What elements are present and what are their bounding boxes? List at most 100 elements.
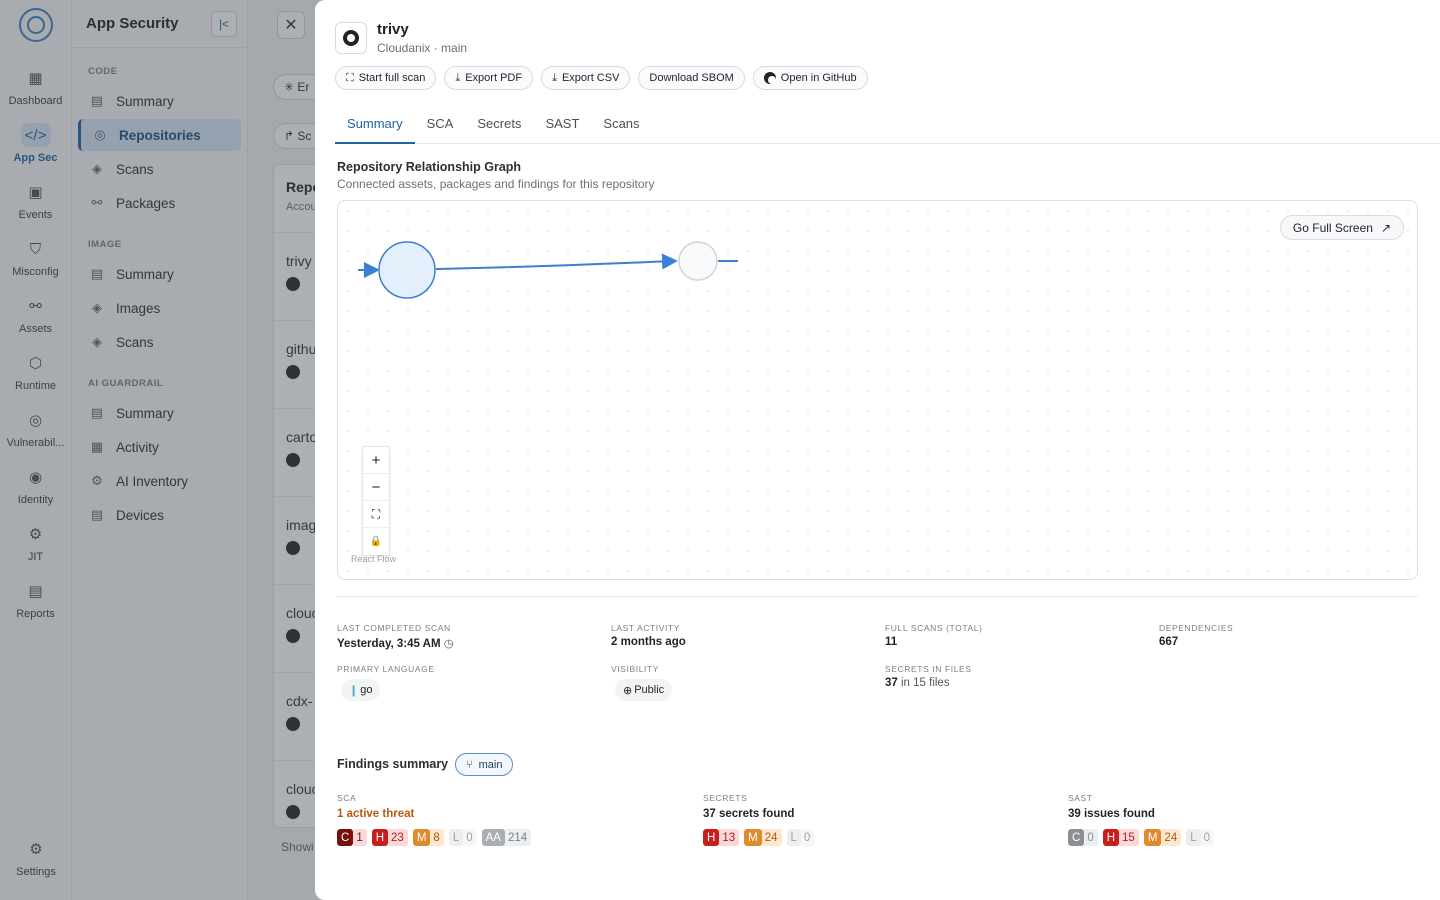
severity-key: M bbox=[1143, 829, 1162, 846]
severity-badge[interactable]: H 13 bbox=[703, 829, 740, 846]
severity-count: 23 bbox=[388, 829, 408, 846]
download-icon: ⤓ bbox=[552, 71, 557, 84]
severity-badge[interactable]: AA 214 bbox=[481, 829, 532, 846]
meta-label: DEPENDENCIES bbox=[1159, 623, 1234, 633]
severity-key: AA bbox=[481, 829, 505, 846]
visibility-value: Public bbox=[634, 684, 665, 696]
repo-name: trivy bbox=[377, 21, 409, 38]
severity-badge[interactable]: H 15 bbox=[1102, 829, 1139, 846]
sca-summary[interactable]: 1 active threat bbox=[337, 808, 414, 820]
severity-key: H bbox=[1102, 829, 1120, 846]
severity-count: 13 bbox=[719, 829, 740, 846]
severity-badge[interactable]: M8 bbox=[412, 829, 444, 846]
download-icon: ⤓ bbox=[455, 71, 461, 84]
severity-count: 0 bbox=[800, 829, 815, 846]
repo-header: trivy Cloudanix · main bbox=[335, 21, 468, 55]
severity-badge[interactable]: C1 bbox=[337, 829, 367, 846]
start-full-scan-button[interactable]: ⛶ Start full scan bbox=[335, 66, 437, 90]
zoom-controls: + − ⛶ 🔒 bbox=[362, 446, 390, 556]
go-full-screen-button[interactable]: Go Full Screen ↗ bbox=[1279, 215, 1404, 240]
open-in-github-button[interactable]: Open in GitHub bbox=[752, 66, 868, 90]
graph-node-repo[interactable] bbox=[378, 241, 436, 299]
github-icon bbox=[763, 72, 776, 84]
secrets-severity-counts: H 13 M 24 L 0 bbox=[703, 829, 815, 846]
severity-count: 8 bbox=[430, 829, 444, 846]
divider bbox=[337, 596, 1418, 597]
secrets-summary[interactable]: 37 secrets found bbox=[703, 808, 794, 820]
meta-label: PRIMARY LANGUAGE bbox=[337, 664, 435, 674]
tab-scans[interactable]: Scans bbox=[591, 110, 651, 144]
full-scans-total: 11 bbox=[885, 636, 898, 648]
branch-selector[interactable]: ⑂ main bbox=[455, 753, 514, 776]
fit-view-button[interactable]: ⛶ bbox=[363, 501, 389, 528]
graph-canvas[interactable] bbox=[338, 201, 1419, 581]
tab-sast[interactable]: SAST bbox=[533, 110, 591, 144]
export-pdf-button[interactable]: ⤓ Export PDF bbox=[444, 66, 534, 90]
button-label: Start full scan bbox=[358, 72, 426, 84]
meta-label: LAST ACTIVITY bbox=[611, 623, 681, 633]
clock-icon: ◷ bbox=[443, 638, 454, 650]
language-badge: ❙ go bbox=[341, 679, 381, 701]
last-completed-scan: Yesterday, 3:45 AM ◷ bbox=[337, 636, 454, 650]
react-flow-attribution[interactable]: React Flow bbox=[351, 554, 396, 564]
severity-badge[interactable]: M 24 bbox=[744, 829, 782, 846]
scan-icon: ⛶ bbox=[346, 71, 354, 84]
arrow-up-right-icon: ↗ bbox=[1380, 220, 1391, 235]
severity-count: 1 bbox=[353, 829, 367, 846]
meta-label: VISIBILITY bbox=[611, 664, 660, 674]
meta-label: SECRETS IN FILES bbox=[885, 664, 972, 674]
graph-subtitle: Connected assets, packages and findings … bbox=[337, 177, 655, 191]
button-label: Download SBOM bbox=[649, 72, 734, 84]
graph-edge bbox=[435, 253, 678, 270]
severity-key: H bbox=[703, 829, 720, 846]
go-full-screen-label: Go Full Screen bbox=[1292, 220, 1373, 235]
severity-key: M bbox=[744, 829, 762, 846]
severity-key: C bbox=[1068, 829, 1085, 846]
severity-badge[interactable]: C0 bbox=[1068, 829, 1098, 846]
tab-summary[interactable]: Summary bbox=[335, 110, 415, 144]
graph-node[interactable] bbox=[678, 241, 718, 281]
severity-count: 0 bbox=[1084, 829, 1098, 846]
graph-title: Repository Relationship Graph bbox=[337, 160, 522, 174]
branch-label: main bbox=[478, 758, 503, 771]
severity-key: L bbox=[786, 829, 801, 846]
repo-subtitle: Cloudanix · main bbox=[377, 41, 468, 55]
lock-icon[interactable]: 🔒 bbox=[363, 528, 389, 555]
sca-label: SCA bbox=[337, 793, 357, 803]
severity-key: L bbox=[1186, 829, 1201, 846]
globe-icon: ⊕ bbox=[623, 684, 633, 697]
severity-count: 214 bbox=[504, 829, 532, 846]
zoom-in-button[interactable]: + bbox=[363, 447, 389, 474]
severity-count: 0 bbox=[1200, 829, 1215, 846]
download-sbom-button[interactable]: Download SBOM bbox=[638, 66, 745, 90]
zoom-out-button[interactable]: − bbox=[363, 474, 389, 501]
secrets-label: SECRETS bbox=[703, 793, 748, 803]
tab-secrets[interactable]: Secrets bbox=[465, 110, 533, 144]
meta-label: FULL SCANS (TOTAL) bbox=[885, 623, 983, 633]
export-csv-button[interactable]: ⤓ Export CSV bbox=[541, 66, 631, 90]
visibility-badge: ⊕ Public bbox=[615, 679, 673, 701]
severity-key: L bbox=[448, 829, 464, 846]
go-gopher-icon: ❙ bbox=[349, 684, 359, 697]
severity-badge[interactable]: L0 bbox=[786, 829, 815, 846]
severity-badge[interactable]: L0 bbox=[1186, 829, 1215, 846]
last-activity: 2 months ago bbox=[611, 636, 686, 648]
severity-badge[interactable]: M 24 bbox=[1143, 829, 1182, 846]
button-label: Export PDF bbox=[465, 72, 523, 84]
sast-label: SAST bbox=[1068, 793, 1093, 803]
sast-summary[interactable]: 39 issues found bbox=[1068, 808, 1155, 820]
severity-badge[interactable]: H 23 bbox=[371, 829, 408, 846]
meta-label: LAST COMPLETED SCAN bbox=[337, 623, 451, 633]
severity-count: 24 bbox=[1161, 829, 1182, 846]
sca-severity-counts: C 1 H 23 M 8 L 0 AA 214 bbox=[337, 829, 532, 846]
severity-badge[interactable]: L0 bbox=[448, 829, 477, 846]
secrets-files: in 15 files bbox=[901, 677, 950, 689]
severity-key: H bbox=[371, 829, 389, 846]
meta-value: Yesterday, 3:45 AM bbox=[337, 638, 441, 650]
repository-drawer: ✕ trivy Cloudanix · main ⛶Start full sca… bbox=[315, 0, 1440, 900]
tab-sca[interactable]: SCA bbox=[415, 110, 466, 144]
sast-severity-counts: C 0 H 15 M 24 L 0 bbox=[1068, 829, 1215, 846]
github-icon bbox=[335, 22, 367, 54]
severity-key: C bbox=[337, 829, 354, 846]
relationship-graph[interactable]: Go Full Screen ↗ + − ⛶ 🔒 React Flow bbox=[337, 200, 1418, 580]
